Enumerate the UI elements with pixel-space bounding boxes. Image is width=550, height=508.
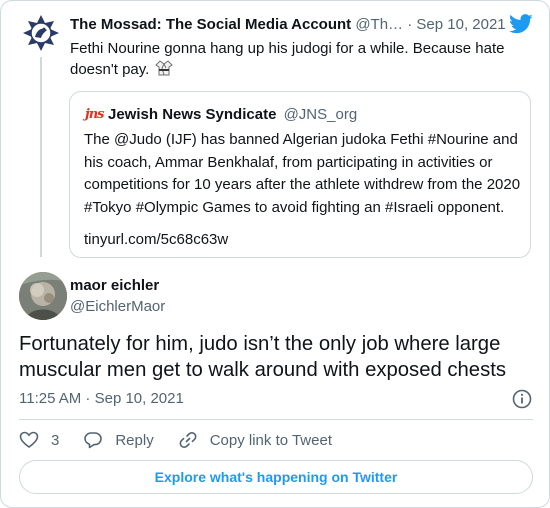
thread-line	[40, 57, 42, 257]
parent-tweet-date[interactable]: Sep 10, 2021	[416, 16, 505, 33]
parent-tweet-text: Fethi Nourine gonna hang up his judogi f…	[70, 39, 530, 80]
parent-tweet-body: Fethi Nourine gonna hang up his judogi f…	[70, 40, 505, 78]
tweet-actions: 3 Reply Copy link to Tweet	[19, 428, 356, 452]
copy-link-button[interactable]: Copy link to Tweet	[178, 430, 332, 450]
tweet-embed-card: The Mossad: The Social Media Account @Th…	[0, 0, 550, 508]
parent-author-handle[interactable]: @Th…	[355, 16, 403, 33]
mossad-emblem-icon[interactable]	[21, 13, 61, 53]
heart-icon	[19, 431, 39, 448]
parent-tweet-header[interactable]: The Mossad: The Social Media Account @Th…	[70, 16, 510, 36]
parent-author-name[interactable]: The Mossad: The Social Media Account	[70, 16, 351, 33]
explore-label: Explore what's happening on Twitter	[154, 469, 398, 485]
quoted-tweet-link[interactable]: tinyurl.com/5c68c63w	[84, 231, 228, 248]
quoted-tweet-header: Jewish News Syndicate @JNS_org	[108, 106, 357, 123]
like-button[interactable]: 3	[19, 430, 59, 450]
reply-bubble-icon	[84, 432, 103, 449]
reply-timestamp[interactable]: 11:25 AM · Sep 10, 2021	[19, 390, 184, 407]
copy-link-label: Copy link to Tweet	[209, 431, 332, 449]
info-icon[interactable]	[511, 388, 533, 410]
reply-button[interactable]: Reply	[83, 430, 154, 450]
reply-avatar[interactable]	[19, 272, 67, 320]
like-count: 3	[51, 431, 60, 449]
reply-author-name[interactable]: maor eichler	[70, 277, 159, 294]
quoted-tweet-text: The @Judo (IJF) has banned Algerian judo…	[84, 131, 521, 216]
meta-separator: ·	[403, 16, 417, 33]
link-icon	[179, 432, 197, 448]
reply-author-handle[interactable]: @EichlerMaor	[70, 298, 165, 315]
explore-twitter-button[interactable]: Explore what's happening on Twitter	[19, 460, 533, 494]
quoted-tweet[interactable]: jns Jewish News Syndicate @JNS_org The @…	[69, 91, 531, 258]
martial-arts-uniform-icon	[155, 60, 174, 76]
quoted-author-handle: @JNS_org	[283, 106, 358, 123]
reply-label: Reply	[115, 431, 154, 449]
jns-logo: jns	[85, 107, 104, 122]
divider	[19, 419, 533, 420]
twitter-bird-icon[interactable]	[509, 14, 533, 34]
reply-tweet-text: Fortunately for him, judo isn’t the only…	[19, 333, 506, 381]
quoted-author-name: Jewish News Syndicate	[108, 106, 277, 123]
